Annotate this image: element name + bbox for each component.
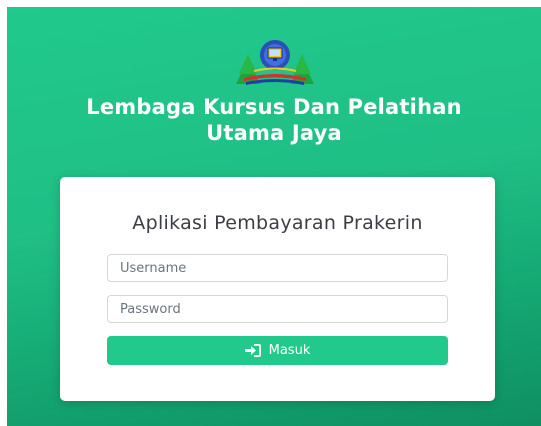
organization-name: Lembaga Kursus Dan Pelatihan Utama Jaya xyxy=(7,94,541,146)
password-input[interactable] xyxy=(107,295,448,323)
username-input[interactable] xyxy=(107,254,448,282)
organization-name-line-2: Utama Jaya xyxy=(206,121,342,145)
sign-in-icon xyxy=(244,344,261,357)
organization-name-line-1: Lembaga Kursus Dan Pelatihan xyxy=(86,95,462,119)
login-card: Aplikasi Pembayaran Prakerin Masuk xyxy=(60,177,495,401)
login-page-background: Lembaga Kursus Dan Pelatihan Utama Jaya … xyxy=(7,7,541,426)
login-button[interactable]: Masuk xyxy=(107,336,448,365)
app-title: Aplikasi Pembayaran Prakerin xyxy=(132,212,423,234)
login-button-label: Masuk xyxy=(268,343,311,358)
org-logo-icon xyxy=(236,40,314,85)
